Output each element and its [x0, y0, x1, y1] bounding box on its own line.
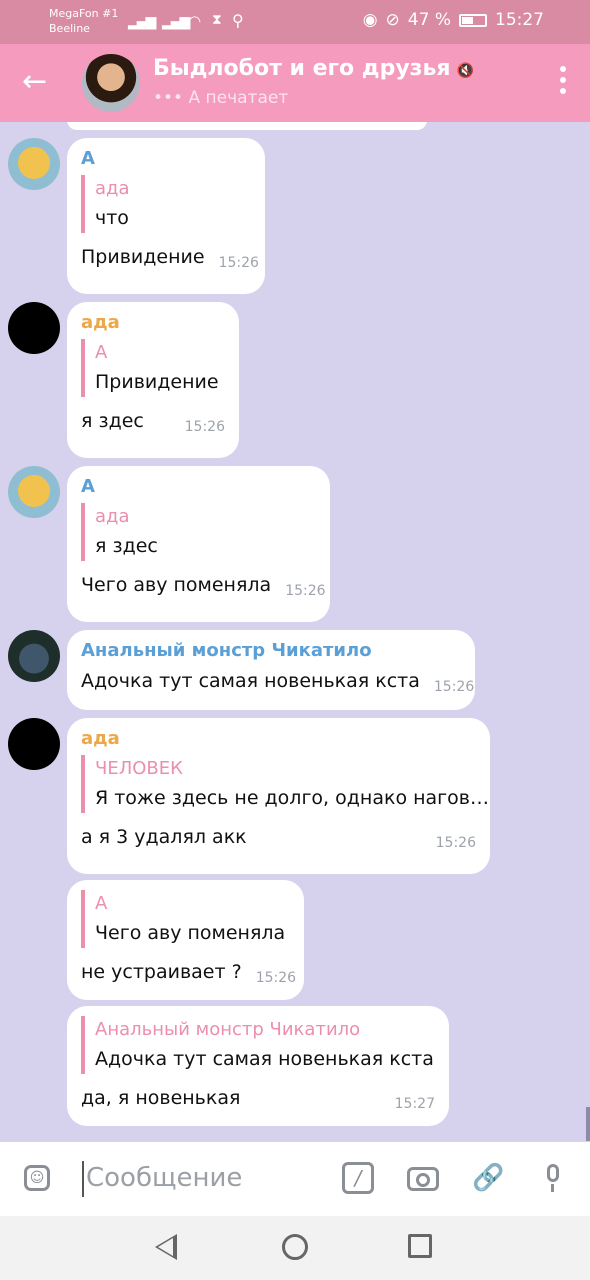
message-text: а я 3 удалял акк: [81, 826, 247, 848]
previous-message-bubble: [67, 122, 427, 130]
message-time: 15:26: [255, 970, 297, 986]
carrier-2: Beeline: [49, 22, 90, 35]
message-bubble[interactable]: ада А Привидение я здес 15:26: [67, 302, 239, 458]
reply-quote[interactable]: Анальный монстр Чикатило Адочка тут сама…: [81, 1016, 435, 1074]
attach-icon[interactable]: 🔗: [472, 1162, 504, 1194]
signal-icon: ▂▄▆: [162, 14, 190, 30]
sender-name[interactable]: А: [81, 148, 251, 169]
message-list[interactable]: А ада что Привидение 15:26 ада А Привиде…: [0, 122, 590, 1142]
battery-percent: 47 %: [407, 10, 451, 30]
mic-icon[interactable]: [537, 1162, 569, 1194]
sender-name[interactable]: ада: [81, 728, 476, 749]
quote-text: Чего аву поменяла: [95, 922, 286, 944]
message-bubble[interactable]: А ада я здес Чего аву поменяла 15:26: [67, 466, 330, 622]
wifi-icon: ◠: [188, 12, 202, 30]
carrier-info: MegaFon #1 Beeline: [49, 6, 118, 36]
message-text: Адочка тут самая новенькая кста: [81, 670, 420, 692]
sender-name[interactable]: ада: [81, 312, 225, 333]
quote-author: ада: [95, 178, 130, 199]
reply-quote[interactable]: ЧЕЛОВЕК Я тоже здесь не долго, однако на…: [81, 755, 489, 813]
avatar[interactable]: [8, 466, 60, 518]
chat-header: ← Быдлобот и его друзья 🔇 ••• А печатает: [0, 44, 590, 122]
message-text: я здес: [81, 410, 144, 432]
quote-text: Привидение: [95, 371, 219, 393]
reply-quote[interactable]: ада что: [81, 175, 251, 233]
battery-icon: [459, 13, 487, 27]
mute-icon: 🔇: [456, 63, 474, 79]
message-text: да, я новенькая: [81, 1087, 241, 1109]
quote-author: А: [95, 342, 108, 363]
input-bar: ☺ / 🔗: [0, 1142, 590, 1216]
bot-command-icon[interactable]: /: [342, 1162, 374, 1194]
quote-author: А: [95, 893, 108, 914]
message-bubble[interactable]: А ада что Привидение 15:26: [67, 138, 265, 294]
reply-quote[interactable]: А Чего аву поменяла: [81, 890, 290, 948]
sticker-icon[interactable]: ☺: [24, 1165, 50, 1191]
sender-name[interactable]: А: [81, 476, 316, 497]
quote-text: Я тоже здесь не долго, однако нагов…: [95, 787, 489, 809]
message-time: 15:26: [285, 583, 326, 599]
message-time: 15:26: [218, 255, 259, 271]
message-text: Чего аву поменяла: [81, 574, 272, 596]
quote-text: я здес: [95, 535, 158, 557]
scrollbar[interactable]: [586, 1107, 590, 1141]
signal-icon: ▂▄▆: [128, 14, 156, 30]
message-bubble[interactable]: ада ЧЕЛОВЕК Я тоже здесь не долго, однак…: [67, 718, 490, 874]
reply-quote[interactable]: А Привидение: [81, 339, 225, 397]
message-text: Привидение: [81, 246, 205, 268]
quote-author: Анальный монстр Чикатило: [95, 1019, 361, 1040]
chat-title: Быдлобот и его друзья: [153, 56, 451, 81]
reply-quote[interactable]: ада я здес: [81, 503, 316, 561]
more-vert-icon[interactable]: [560, 66, 566, 94]
eye-icon: ◉: [362, 10, 378, 30]
avatar[interactable]: [8, 302, 60, 354]
message-text: не устраивает ?: [81, 961, 242, 983]
carrier-1: MegaFon #1: [49, 7, 119, 20]
message-bubble[interactable]: А Чего аву поменяла не устраивает ? 15:2…: [67, 880, 304, 1000]
avatar[interactable]: [8, 138, 60, 190]
status-bar: MegaFon #1 Beeline ▂▄▆ ▂▄▆ ◠ ⧗ ⚲ ◉ ⊘ 47 …: [0, 0, 590, 44]
message-time: 15:26: [433, 679, 475, 695]
chat-title-row[interactable]: Быдлобот и его друзья 🔇: [153, 56, 474, 81]
quote-text: Адочка тут самая новенькая кста: [95, 1048, 434, 1070]
message-input[interactable]: [86, 1158, 316, 1198]
sender-name[interactable]: Анальный монстр Чикатило: [81, 640, 461, 661]
nav-recents-icon[interactable]: [408, 1234, 432, 1258]
message-bubble[interactable]: Анальный монстр Чикатило Адочка тут сама…: [67, 1006, 449, 1126]
typing-status: ••• А печатает: [153, 88, 289, 108]
avatar[interactable]: [8, 718, 60, 770]
dnd-icon: ⊘: [385, 10, 400, 30]
message-bubble[interactable]: Анальный монстр Чикатило Адочка тут сама…: [67, 630, 475, 710]
text-cursor: [82, 1161, 84, 1197]
system-nav-bar: [0, 1216, 590, 1280]
nav-home-icon[interactable]: [282, 1234, 308, 1260]
message-time: 15:26: [435, 835, 476, 851]
quote-author: ада: [95, 506, 130, 527]
group-avatar[interactable]: [82, 54, 140, 112]
nav-back-icon[interactable]: [155, 1234, 177, 1260]
search-icon: ⚲: [232, 11, 244, 30]
clock: 15:27: [495, 10, 544, 30]
avatar[interactable]: [8, 630, 60, 682]
camera-icon[interactable]: [407, 1162, 439, 1194]
message-time: 15:27: [394, 1096, 435, 1112]
quote-text: что: [95, 207, 129, 229]
back-arrow-icon[interactable]: ←: [22, 64, 47, 100]
message-time: 15:26: [184, 419, 225, 435]
hourglass-icon: ⧗: [212, 12, 222, 28]
quote-author: ЧЕЛОВЕК: [95, 758, 183, 779]
